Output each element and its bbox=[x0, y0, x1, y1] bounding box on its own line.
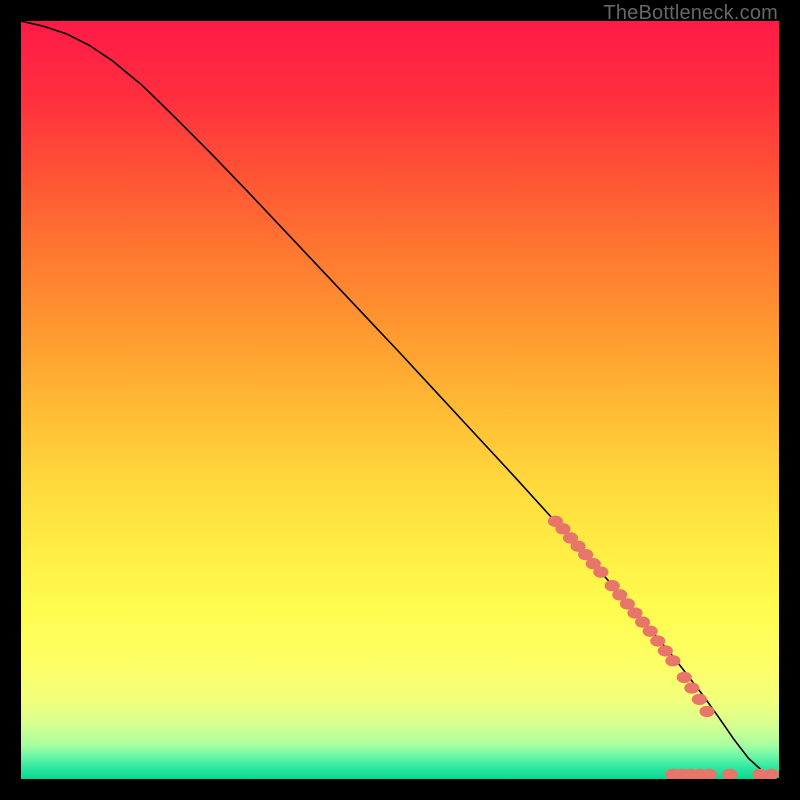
scatter-dot bbox=[677, 672, 692, 683]
scatter-dot bbox=[593, 566, 608, 577]
scatter-dot bbox=[650, 635, 665, 646]
scatter-dot bbox=[665, 655, 680, 666]
gradient-background bbox=[21, 21, 779, 779]
scatter-dot bbox=[658, 645, 673, 656]
scatter-dot bbox=[699, 706, 714, 717]
chart-frame bbox=[21, 21, 779, 779]
scatter-dot bbox=[643, 626, 658, 637]
scatter-dot bbox=[692, 694, 707, 705]
scatter-dot bbox=[684, 682, 699, 693]
chart-canvas bbox=[21, 21, 779, 779]
